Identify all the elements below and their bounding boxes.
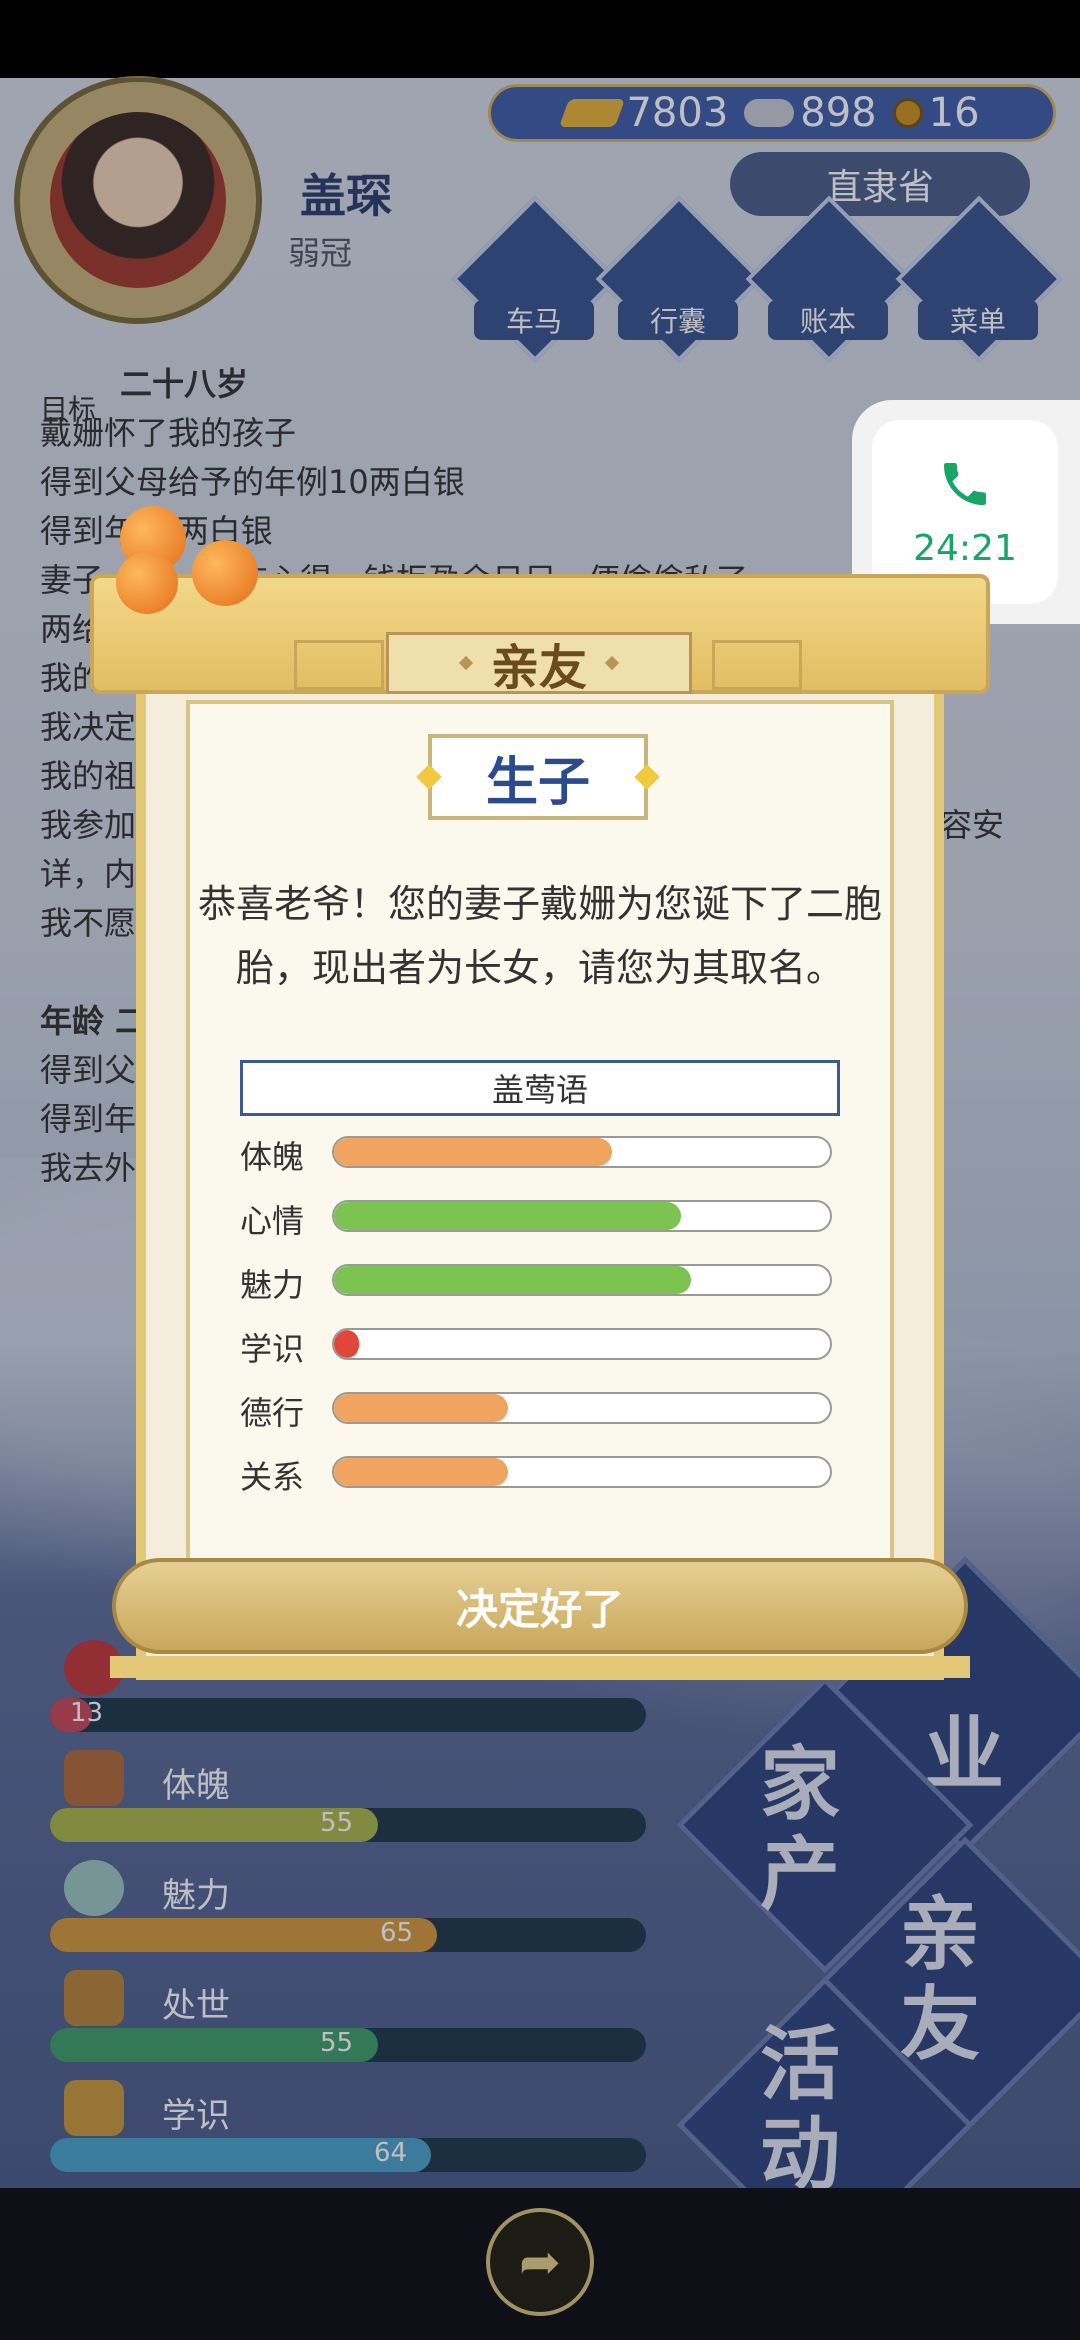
event-tag: 生子 bbox=[428, 734, 648, 820]
attribute-fill bbox=[334, 1394, 508, 1422]
candied-fruit-icon bbox=[116, 552, 178, 614]
attribute-label: 德行 bbox=[240, 1394, 305, 1432]
attribute-label: 关系 bbox=[240, 1458, 305, 1496]
attribute-row: 关系 bbox=[240, 1448, 840, 1498]
status-bar bbox=[0, 0, 1080, 78]
attribute-label: 体魄 bbox=[240, 1138, 305, 1176]
attribute-label: 学识 bbox=[240, 1330, 305, 1368]
attribute-fill bbox=[334, 1458, 508, 1486]
attribute-label: 心情 bbox=[240, 1202, 305, 1240]
call-duration: 24:21 bbox=[913, 527, 1017, 569]
confirm-button[interactable]: 决定好了 bbox=[112, 1558, 968, 1654]
attribute-row: 魅力 bbox=[240, 1256, 840, 1306]
dialog-base bbox=[110, 1656, 970, 1678]
attribute-row: 德行 bbox=[240, 1384, 840, 1434]
header-ornament bbox=[294, 640, 384, 690]
dialog-title-plate: 亲友 bbox=[386, 632, 692, 696]
header-ornament bbox=[712, 640, 802, 690]
attribute-fill bbox=[334, 1330, 359, 1358]
attribute-label: 魅力 bbox=[240, 1266, 305, 1304]
attribute-row: 心情 bbox=[240, 1192, 840, 1242]
dialog-title: 亲友 bbox=[490, 640, 587, 696]
ornament-dot bbox=[458, 655, 474, 671]
attribute-fill bbox=[334, 1266, 692, 1294]
attribute-fill bbox=[334, 1138, 612, 1166]
attribute-row: 体魄 bbox=[240, 1128, 840, 1178]
child-name-input[interactable] bbox=[240, 1060, 840, 1116]
attribute-row: 学识 bbox=[240, 1320, 840, 1370]
phone-icon bbox=[937, 456, 993, 516]
event-message: 恭喜老爷！您的妻子戴姗为您诞下了二胞胎，现出者为长女，请您为其取名。 bbox=[197, 882, 882, 990]
attribute-fill bbox=[334, 1202, 682, 1230]
ornament-dot bbox=[604, 655, 620, 671]
candied-fruit-icon bbox=[192, 540, 258, 606]
